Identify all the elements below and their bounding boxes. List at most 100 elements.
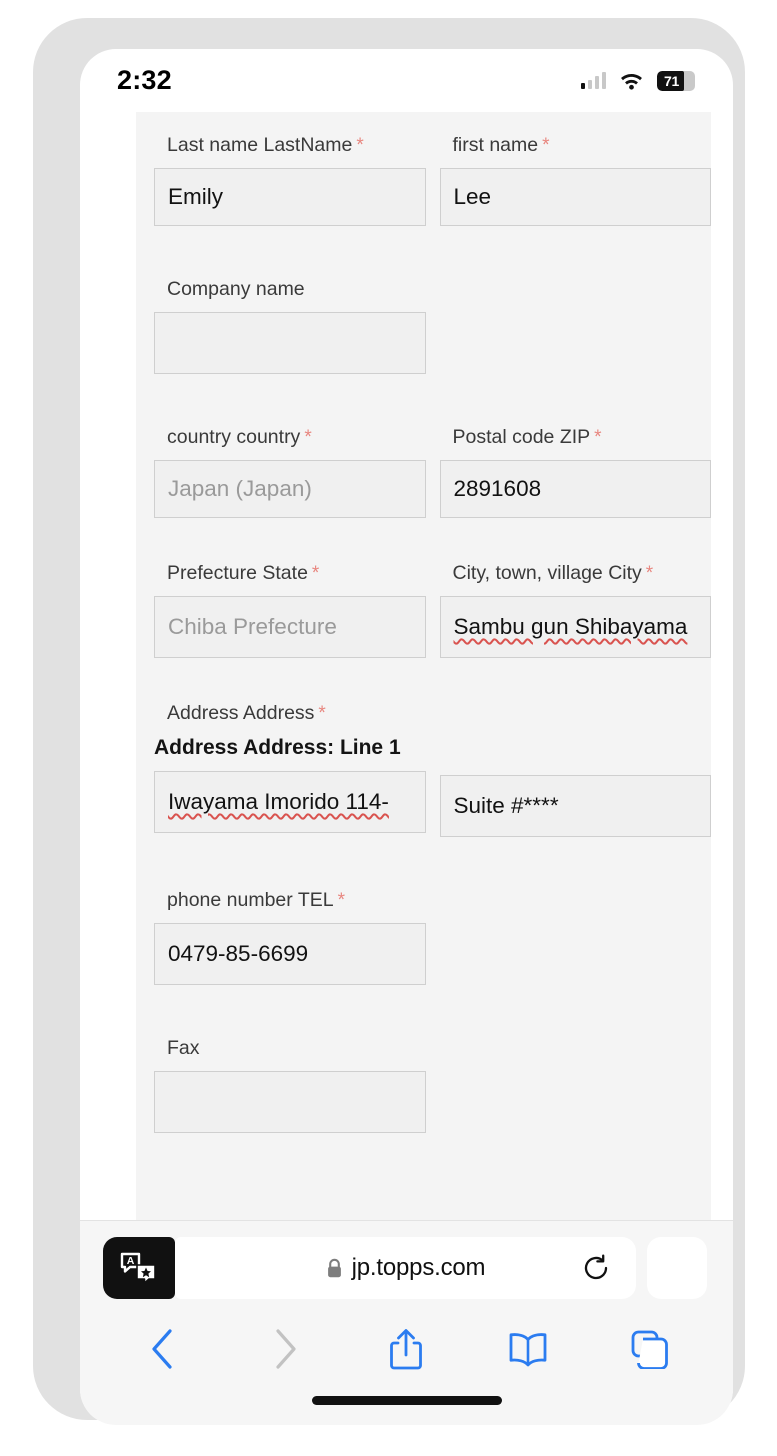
field-fax: Fax	[154, 1037, 426, 1133]
cellular-signal-icon	[580, 72, 606, 89]
required-marker: *	[337, 890, 345, 911]
phone-input[interactable]: 0479-85-6699	[154, 923, 426, 985]
browser-toolbar	[80, 1313, 733, 1385]
address-group-label: Address Address *	[167, 702, 426, 725]
form-row-fax: Fax	[136, 1037, 711, 1133]
input-value: Suite #****	[453, 793, 559, 818]
status-bar-time: 2:32	[117, 65, 172, 95]
required-marker: *	[594, 427, 602, 448]
field-label: Prefecture State *	[167, 562, 426, 585]
field-address-line-2: Suite #****	[439, 736, 711, 837]
address-line-1-input[interactable]: Iwayama Imorido 114-	[154, 771, 426, 833]
input-value: Sambu gun Shibayama	[453, 614, 688, 639]
form-row-address-group-spacer	[440, 702, 712, 736]
field-address-group: Address Address *	[154, 702, 426, 736]
field-label: Fax	[167, 1037, 426, 1060]
input-value: 2891608	[453, 476, 542, 501]
field-label: Last name LastName *	[167, 134, 426, 157]
fax-input[interactable]	[154, 1071, 426, 1133]
url-bar[interactable]: jp.topps.com	[175, 1237, 636, 1299]
required-marker: *	[542, 135, 550, 156]
field-prefecture: Prefecture State * Chiba Prefecture	[154, 562, 426, 658]
adjacent-tab-peek[interactable]	[647, 1237, 707, 1299]
field-label-text: Address Address: Line 1	[154, 736, 401, 759]
form-row-company: Company name	[136, 278, 711, 374]
field-city: City, town, village City * Sambu gun Shib…	[439, 562, 712, 658]
form-row-fax-spacer	[440, 1037, 712, 1133]
phone-screen: 2:32 71 Last name LastName * Emily first…	[80, 49, 733, 1425]
safari-browser-chrome: A jp.topps.com	[80, 1220, 733, 1425]
required-marker: *	[356, 135, 364, 156]
city-input[interactable]: Sambu gun Shibayama	[439, 596, 711, 658]
field-label-text: country country	[167, 426, 301, 448]
address-form: Last name LastName * Emily first name * Le…	[136, 112, 711, 1220]
form-row-country-zip: country country * Japan (Japan) Postal co…	[136, 426, 711, 518]
svg-text:A: A	[127, 1255, 135, 1267]
field-label-text: Fax	[167, 1037, 200, 1059]
form-row-phone: phone number TEL * 0479-85-6699	[136, 889, 711, 985]
field-address-line-1: Address Address: Line 1 Iwayama Imorido …	[154, 736, 426, 837]
form-row-name: Last name LastName * Emily first name * Le…	[136, 134, 711, 226]
field-label: phone number TEL *	[167, 889, 426, 912]
field-label-text: first name	[452, 134, 539, 156]
field-label-text: phone number TEL	[167, 889, 334, 911]
field-label-text: Last name LastName	[167, 134, 353, 156]
form-row-company-spacer	[440, 278, 712, 374]
first-name-input[interactable]: Lee	[439, 168, 711, 226]
battery-level-label: 71	[664, 72, 679, 89]
form-row-address-group: Address Address *	[136, 702, 711, 736]
field-label: first name *	[453, 134, 712, 157]
field-phone: phone number TEL * 0479-85-6699	[154, 889, 426, 985]
url-display: jp.topps.com	[326, 1254, 486, 1282]
input-value: Iwayama Imorido 114-	[168, 789, 389, 814]
field-label: Postal code ZIP *	[453, 426, 712, 449]
bookmarks-button[interactable]	[500, 1321, 556, 1377]
field-label-text: City, town, village City	[452, 562, 642, 584]
address-line-2-input[interactable]: Suite #****	[439, 775, 711, 837]
field-last-name: Last name LastName * Emily	[154, 134, 426, 226]
form-row-phone-spacer	[440, 889, 712, 985]
field-label-text: Address Address	[167, 702, 315, 724]
required-marker: *	[311, 563, 320, 584]
phone-frame: 2:32 71 Last name LastName * Emily first…	[33, 18, 745, 1425]
back-button[interactable]	[135, 1321, 191, 1377]
status-bar: 2:32 71	[80, 49, 733, 112]
status-bar-indicators: 71	[580, 70, 695, 91]
wifi-icon	[621, 74, 642, 90]
reload-icon[interactable]	[582, 1254, 610, 1282]
input-placeholder: Japan (Japan)	[168, 476, 312, 501]
required-marker: *	[645, 563, 654, 584]
forward-button[interactable]	[257, 1321, 313, 1377]
field-country: country country * Japan (Japan)	[154, 426, 426, 518]
field-label-text: Postal code ZIP	[452, 426, 591, 448]
input-value: Emily	[168, 184, 223, 209]
webpage-content: Last name LastName * Emily first name * Le…	[80, 112, 733, 1220]
field-label: City, town, village City *	[453, 562, 712, 585]
form-row-address-line: Address Address: Line 1 Iwayama Imorido …	[136, 736, 711, 837]
share-button[interactable]	[378, 1321, 434, 1377]
field-postal-code: Postal code ZIP * 2891608	[439, 426, 712, 518]
field-label-text: Prefecture State	[167, 562, 308, 584]
input-value: 0479-85-6699	[168, 941, 309, 966]
postal-code-input[interactable]: 2891608	[439, 460, 711, 518]
field-label-text: Company name	[167, 278, 305, 300]
field-company-name: Company name	[154, 278, 426, 374]
home-indicator	[311, 1396, 502, 1405]
required-marker: *	[318, 703, 326, 724]
address-line-1-label: Address Address: Line 1	[154, 736, 426, 760]
last-name-input[interactable]: Emily	[154, 168, 426, 226]
input-placeholder: Chiba Prefecture	[168, 614, 337, 639]
country-input[interactable]: Japan (Japan)	[154, 460, 426, 518]
field-label: Company name	[167, 278, 426, 301]
tabs-button[interactable]	[622, 1321, 678, 1377]
company-name-input[interactable]	[154, 312, 426, 374]
form-row-prefecture-city: Prefecture State * Chiba Prefecture City,…	[136, 562, 711, 658]
required-marker: *	[304, 427, 312, 448]
field-label: country country *	[167, 426, 426, 449]
battery-icon: 71	[657, 70, 695, 91]
prefecture-input[interactable]: Chiba Prefecture	[154, 596, 426, 658]
url-text: jp.topps.com	[351, 1254, 486, 1281]
lock-icon	[327, 1258, 341, 1277]
url-bar-row: A jp.topps.com	[80, 1237, 733, 1299]
translate-icon[interactable]: A	[103, 1237, 175, 1299]
